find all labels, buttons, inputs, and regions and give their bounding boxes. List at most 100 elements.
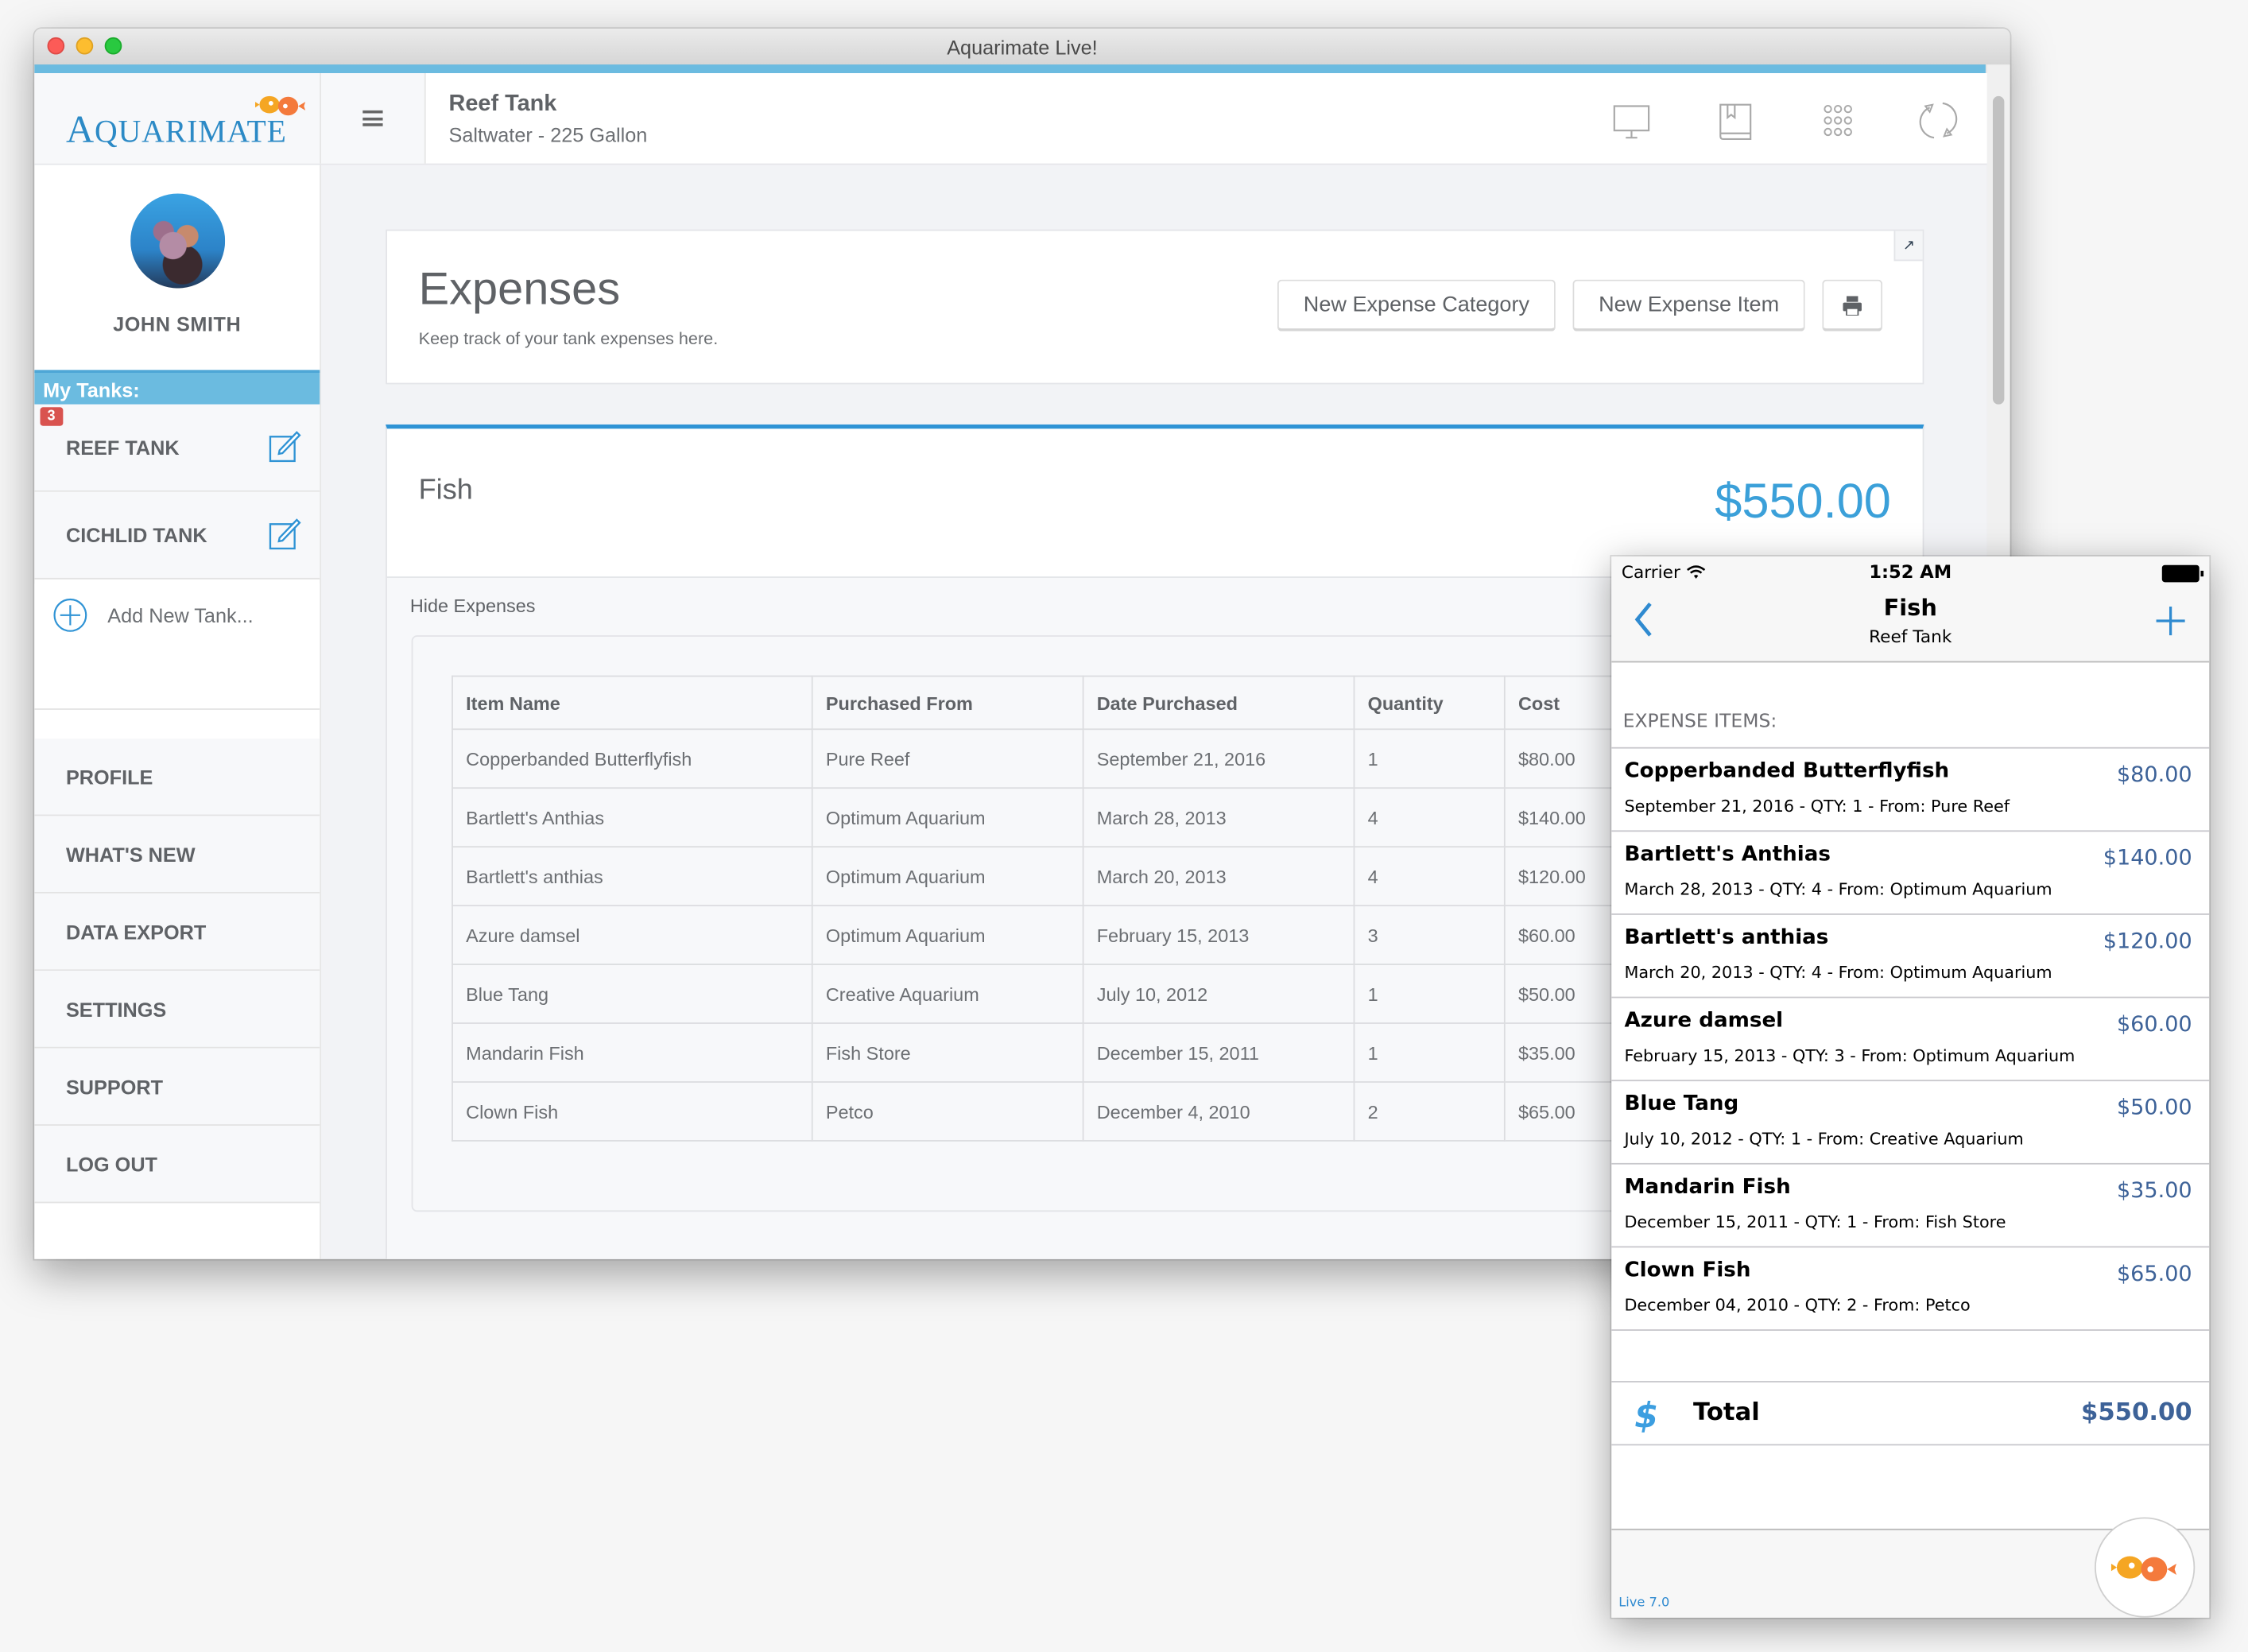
hamburger-icon	[362, 110, 383, 126]
sidebar-item-log-out[interactable]: LOG OUT	[34, 1125, 320, 1204]
fish-logo-icon	[255, 95, 306, 116]
category-header: Fish $550.00	[386, 429, 1923, 578]
item-detail: March 20, 2013 - QTY: 4 - From: Optimum …	[1624, 962, 2052, 983]
item-name-cell: Bartlett's anthias	[452, 846, 813, 907]
item-amount: $120.00	[2103, 928, 2192, 954]
quantity-cell: 1	[1353, 964, 1506, 1024]
header-accent-bar	[34, 64, 1987, 73]
dollar-icon: $	[1634, 1395, 1659, 1436]
item-name: Bartlett's anthias	[1624, 926, 1829, 950]
page-subtitle: Keep track of your tank expenses here.	[418, 328, 719, 349]
current-tank-name: Reef Tank	[448, 91, 557, 117]
sidebar-item-support[interactable]: SUPPORT	[34, 1048, 320, 1126]
column-header[interactable]: Date Purchased	[1082, 675, 1355, 731]
table-row[interactable]: Clown Fish Petco December 4, 2010 2 $65.00	[452, 1081, 1705, 1142]
nav-label: DATA EXPORT	[65, 921, 207, 944]
add-new-tank-label: Add New Tank...	[107, 603, 254, 627]
notification-badge: 3	[40, 407, 63, 426]
my-tanks-header: My Tanks:	[34, 370, 320, 405]
purchased-from-cell: Pure Reef	[811, 728, 1084, 789]
item-amount: $60.00	[2116, 1010, 2192, 1037]
mobile-bottom-bar: Live 7.0	[1611, 1517, 2210, 1618]
sidebar-item-settings[interactable]: SETTINGS	[34, 971, 320, 1049]
quantity-cell: 4	[1353, 787, 1506, 848]
item-amount: $50.00	[2116, 1094, 2192, 1120]
avatar[interactable]	[130, 193, 226, 289]
list-item[interactable]: Azure damsel $60.00 February 15, 2013 - QT…	[1611, 998, 2210, 1082]
sidebar-item-profile[interactable]: PROFILE	[34, 738, 320, 816]
item-amount: $65.00	[2116, 1260, 2192, 1287]
item-name: Blue Tang	[1624, 1092, 1739, 1116]
list-item[interactable]: Blue Tang $50.00 July 10, 2012 - QTY: 1 - …	[1611, 1081, 2210, 1165]
expand-icon[interactable]: ↗	[1893, 231, 1923, 262]
quantity-cell: 4	[1353, 846, 1506, 907]
nav-label: LOG OUT	[65, 1153, 157, 1177]
nav-label: SUPPORT	[65, 1075, 164, 1099]
column-header[interactable]: Quantity	[1353, 675, 1506, 731]
add-icon[interactable]	[2155, 605, 2187, 637]
print-icon	[1843, 295, 1862, 315]
book-icon[interactable]	[1713, 99, 1756, 142]
expenses-table: Item Name Purchased From Date Purchased …	[452, 675, 1705, 1142]
tank-label: REEF TANK	[65, 436, 180, 460]
window-titlebar: Aquarimate Live!	[34, 29, 2010, 66]
edit-icon[interactable]	[268, 516, 302, 550]
sidebar-item-whats-new[interactable]: WHAT'S NEW	[34, 816, 320, 894]
grid-icon[interactable]	[1816, 99, 1859, 142]
table-row[interactable]: Bartlett's Anthias Optimum Aquarium March …	[452, 787, 1705, 848]
version-label: Live 7.0	[1618, 1596, 1670, 1611]
hide-expenses-link[interactable]: Hide Expenses	[410, 595, 536, 617]
new-expense-category-button[interactable]: New Expense Category	[1277, 279, 1556, 332]
list-item[interactable]: Mandarin Fish $35.00 December 15, 2011 - Q…	[1611, 1165, 2210, 1248]
print-button[interactable]	[1822, 279, 1883, 332]
screenshot-stage: Aquarimate Live! AQUARIMATE Reef Tank Sa…	[0, 0, 2248, 1652]
edit-icon[interactable]	[268, 429, 302, 463]
sync-icon[interactable]	[1917, 99, 1959, 142]
list-item[interactable]: Bartlett's Anthias $140.00 March 28, 2013 …	[1611, 832, 2210, 915]
total-amount: $550.00	[2080, 1398, 2192, 1427]
mobile-navigation-bar: Carrier 1:52 AM Fish Reef Tank	[1611, 556, 2210, 663]
aquarimate-menu-button[interactable]	[2095, 1517, 2196, 1618]
item-name: Mandarin Fish	[1624, 1176, 1791, 1199]
current-tank-description: Saltwater - 225 Gallon	[448, 123, 648, 146]
item-detail: February 15, 2013 - QTY: 3 - From: Optim…	[1624, 1045, 2076, 1066]
item-detail: December 04, 2010 - QTY: 2 - From: Petco	[1624, 1294, 1971, 1316]
status-time: 1:52 AM	[1869, 560, 1952, 583]
scrollbar-thumb[interactable]	[1992, 95, 2005, 405]
app-header: AQUARIMATE Reef Tank Saltwater - 225 Gal…	[34, 72, 1987, 165]
date-purchased-cell: March 20, 2013	[1082, 846, 1355, 907]
purchased-from-cell: Fish Store	[811, 1022, 1084, 1083]
sidebar-tank-cichlid[interactable]: CICHLID TANK	[34, 491, 320, 580]
sidebar-tank-reef[interactable]: 3 REEF TANK	[34, 404, 320, 492]
table-row[interactable]: Bartlett's anthias Optimum Aquarium March …	[452, 846, 1705, 907]
item-name-cell: Clown Fish	[452, 1081, 813, 1142]
sidebar-item-data-export[interactable]: DATA EXPORT	[34, 893, 320, 971]
column-header[interactable]: Purchased From	[811, 675, 1084, 731]
window-title: Aquarimate Live!	[947, 36, 1098, 59]
quantity-cell: 2	[1353, 1081, 1506, 1142]
table-row[interactable]: Blue Tang Creative Aquarium July 10, 2012 1…	[452, 964, 1705, 1024]
monitor-icon[interactable]	[1610, 99, 1653, 142]
add-new-tank-button[interactable]: Add New Tank...	[34, 584, 320, 710]
table-row[interactable]: Copperbanded Butterflyfish Pure Reef Septe…	[452, 728, 1705, 789]
mobile-app-screen: Carrier 1:52 AM Fish Reef Tank EXPENSE I…	[1611, 556, 2210, 1618]
expenses-header-panel: Expenses Keep track of your tank expense…	[386, 229, 1924, 385]
category-name: Fish	[418, 475, 473, 506]
plus-circle-icon	[53, 598, 87, 632]
purchased-from-cell: Optimum Aquarium	[811, 905, 1084, 965]
menu-toggle-button[interactable]	[320, 72, 426, 164]
logo[interactable]: AQUARIMATE	[34, 72, 321, 164]
item-name-cell: Bartlett's Anthias	[452, 787, 813, 848]
new-expense-item-button[interactable]: New Expense Item	[1572, 279, 1805, 332]
list-item[interactable]: Clown Fish $65.00 December 04, 2010 - QTY:…	[1611, 1247, 2210, 1331]
item-detail: September 21, 2016 - QTY: 1 - From: Pure…	[1624, 796, 2010, 816]
table-row[interactable]: Mandarin Fish Fish Store December 15, 2011…	[452, 1022, 1705, 1083]
nav-label: PROFILE	[65, 766, 153, 789]
table-row[interactable]: Azure damsel Optimum Aquarium February 15,…	[452, 905, 1705, 965]
list-item[interactable]: Copperbanded Butterflyfish $80.00 Septembe…	[1611, 749, 2210, 832]
column-header[interactable]: Item Name	[452, 675, 813, 731]
list-item[interactable]: Bartlett's anthias $120.00 March 20, 2013 …	[1611, 915, 2210, 999]
item-detail: March 28, 2013 - QTY: 4 - From: Optimum …	[1624, 878, 2052, 899]
page-title: Expenses	[418, 262, 621, 315]
category-total: $550.00	[1715, 475, 1891, 529]
